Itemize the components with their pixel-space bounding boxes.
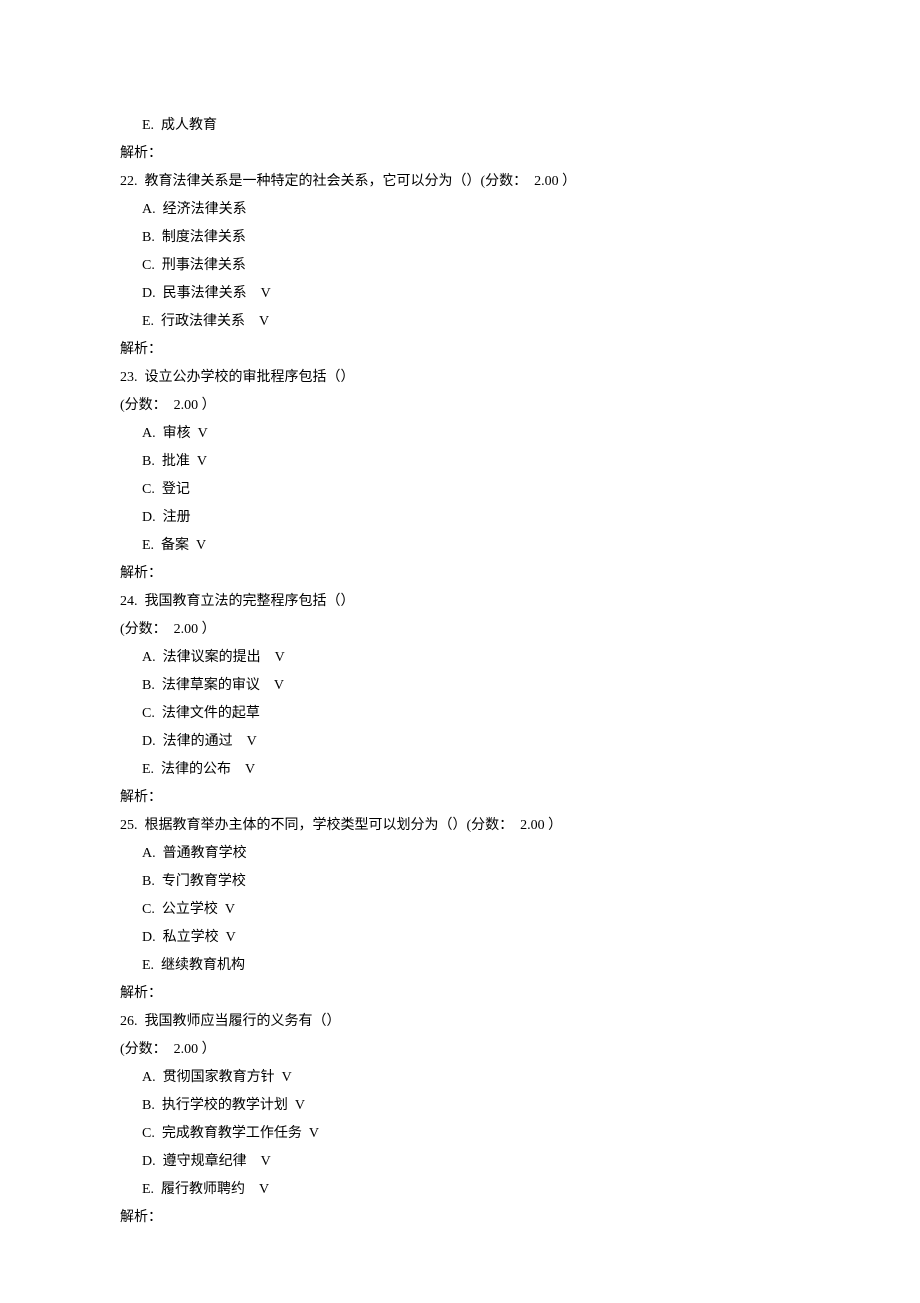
text-line: B. 执行学校的教学计划 V bbox=[120, 1092, 800, 1120]
text-line: C. 公立学校 V bbox=[120, 896, 800, 924]
text-line: E. 继续教育机构 bbox=[120, 952, 800, 980]
text-line: 解析： bbox=[120, 140, 800, 168]
text-line: 24. 我国教育立法的完整程序包括（） bbox=[120, 588, 800, 616]
text-line: A. 审核 V bbox=[120, 420, 800, 448]
document-body: E. 成人教育解析：22. 教育法律关系是一种特定的社会关系，它可以分为（）(分… bbox=[120, 112, 800, 1232]
text-line: B. 法律草案的审议 V bbox=[120, 672, 800, 700]
text-line: B. 制度法律关系 bbox=[120, 224, 800, 252]
text-line: 25. 根据教育举办主体的不同，学校类型可以划分为（）(分数： 2.00 ） bbox=[120, 812, 800, 840]
text-line: D. 民事法律关系 V bbox=[120, 280, 800, 308]
text-line: D. 法律的通过 V bbox=[120, 728, 800, 756]
text-line: D. 注册 bbox=[120, 504, 800, 532]
text-line: A. 经济法律关系 bbox=[120, 196, 800, 224]
text-line: (分数： 2.00 ） bbox=[120, 1036, 800, 1064]
text-line: B. 批准 V bbox=[120, 448, 800, 476]
text-line: C. 登记 bbox=[120, 476, 800, 504]
text-line: B. 专门教育学校 bbox=[120, 868, 800, 896]
text-line: 26. 我国教师应当履行的义务有（） bbox=[120, 1008, 800, 1036]
text-line: A. 贯彻国家教育方针 V bbox=[120, 1064, 800, 1092]
text-line: 解析： bbox=[120, 560, 800, 588]
text-line: E. 行政法律关系 V bbox=[120, 308, 800, 336]
text-line: A. 法律议案的提出 V bbox=[120, 644, 800, 672]
text-line: 解析： bbox=[120, 784, 800, 812]
text-line: E. 履行教师聘约 V bbox=[120, 1176, 800, 1204]
text-line: 22. 教育法律关系是一种特定的社会关系，它可以分为（）(分数： 2.00 ） bbox=[120, 168, 800, 196]
text-line: E. 法律的公布 V bbox=[120, 756, 800, 784]
text-line: (分数： 2.00 ） bbox=[120, 392, 800, 420]
text-line: (分数： 2.00 ） bbox=[120, 616, 800, 644]
text-line: D. 遵守规章纪律 V bbox=[120, 1148, 800, 1176]
text-line: 解析： bbox=[120, 1204, 800, 1232]
text-line: E. 成人教育 bbox=[120, 112, 800, 140]
text-line: 解析： bbox=[120, 980, 800, 1008]
text-line: C. 法律文件的起草 bbox=[120, 700, 800, 728]
text-line: D. 私立学校 V bbox=[120, 924, 800, 952]
text-line: 23. 设立公办学校的审批程序包括（） bbox=[120, 364, 800, 392]
text-line: A. 普通教育学校 bbox=[120, 840, 800, 868]
text-line: 解析： bbox=[120, 336, 800, 364]
text-line: C. 完成教育教学工作任务 V bbox=[120, 1120, 800, 1148]
text-line: E. 备案 V bbox=[120, 532, 800, 560]
text-line: C. 刑事法律关系 bbox=[120, 252, 800, 280]
